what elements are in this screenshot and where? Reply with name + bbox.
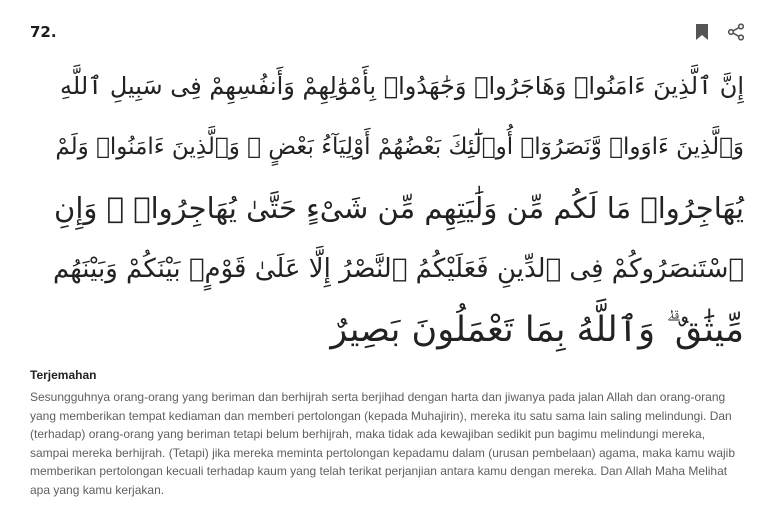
arabic-line: مِّيثَٰقٌ ۗ وَٱللَّهُ بِمَا تَعْمَلُونَ … xyxy=(330,310,744,350)
verse-header: 72. xyxy=(30,18,746,46)
verse-number: 72. xyxy=(30,23,57,41)
translation-text: Sesungguhnya orang-orang yang beriman da… xyxy=(30,390,736,497)
verse-actions xyxy=(692,22,746,42)
arabic-verse-text: إِنَّ ٱلَّذِينَ ءَامَنُوا۟ وَهَاجَرُوا۟ … xyxy=(40,56,744,361)
arabic-line: وَٱلَّذِينَ ءَاوَوا۟ وَّنَصَرُوٓا۟ أُو۟ل… xyxy=(55,134,744,160)
arabic-line: ٱسْتَنصَرُوكُمْ فِى ٱلدِّينِ فَعَلَيْكُم… xyxy=(52,254,744,284)
arabic-line: يُهَاجِرُوا۟ مَا لَكُم مِّن وَلَٰيَتِهِم… xyxy=(54,191,744,225)
arabic-line: إِنَّ ٱلَّذِينَ ءَامَنُوا۟ وَهَاجَرُوا۟ … xyxy=(60,72,744,100)
verse-card: 72. إِنَّ ٱلَّذِينَ ءَامَنُوا۟ وَهَاجَرُ… xyxy=(0,0,768,509)
bookmark-icon[interactable] xyxy=(692,22,712,42)
share-icon[interactable] xyxy=(726,22,746,42)
translation-title: Terjemahan xyxy=(30,368,97,382)
